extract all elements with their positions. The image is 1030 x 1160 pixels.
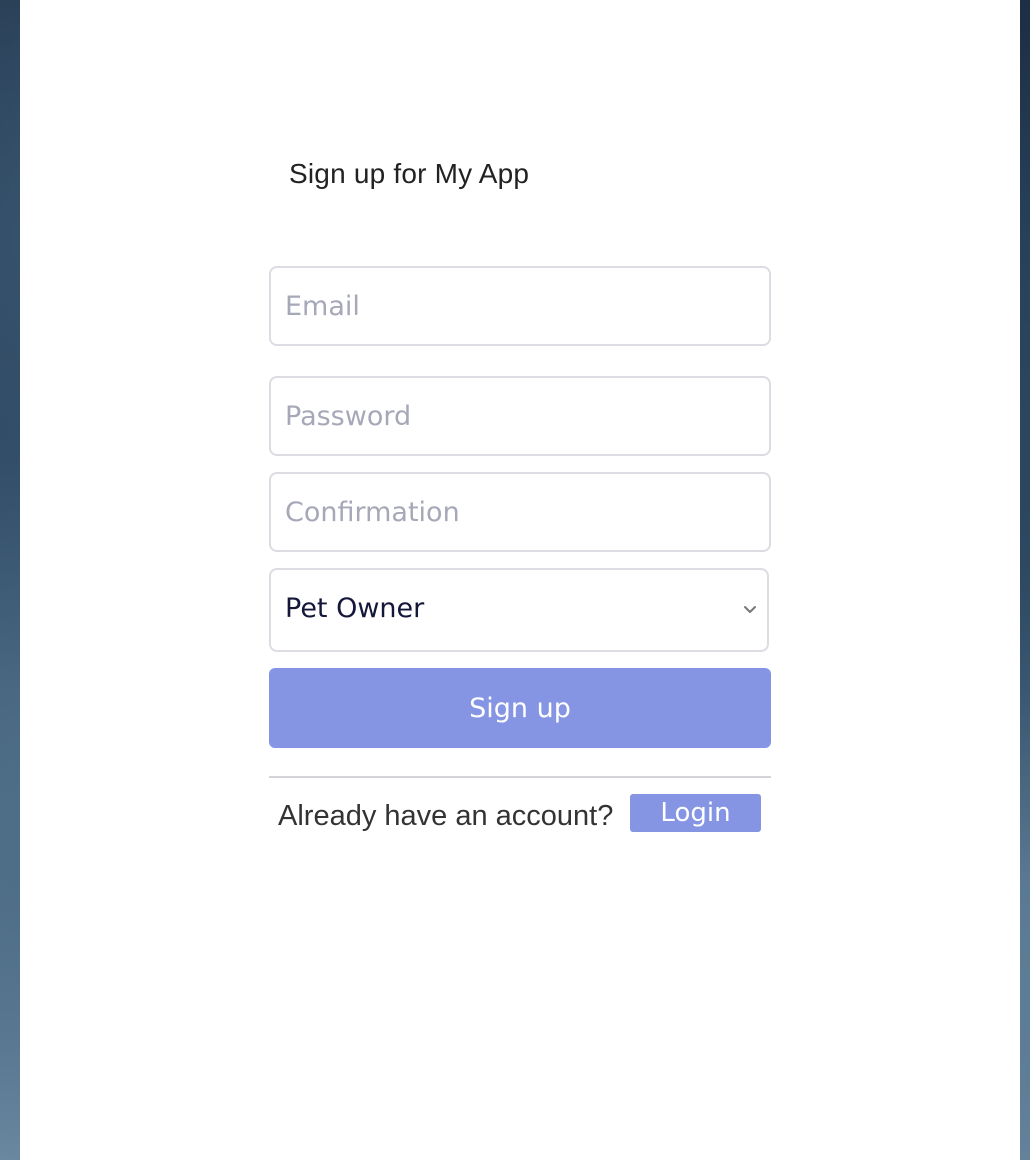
sign-up-button[interactable]: Sign up — [269, 668, 771, 748]
chevron-down-icon — [744, 606, 756, 613]
email-field[interactable] — [269, 266, 771, 346]
password-field[interactable] — [269, 376, 771, 456]
background-image-right — [1020, 0, 1030, 1160]
role-select[interactable]: Pet Owner — [269, 568, 769, 652]
already-have-account-text: Already have an account? — [278, 800, 614, 832]
password-confirmation-field[interactable] — [269, 472, 771, 552]
divider — [269, 776, 771, 778]
signup-panel: Sign up for My App Pet Owner Sign up Alr… — [20, 0, 1020, 1160]
role-select-value: Pet Owner — [285, 593, 425, 624]
login-button[interactable]: Login — [630, 794, 761, 832]
page-title: Sign up for My App — [289, 158, 530, 189]
background-image-left — [0, 0, 20, 1160]
